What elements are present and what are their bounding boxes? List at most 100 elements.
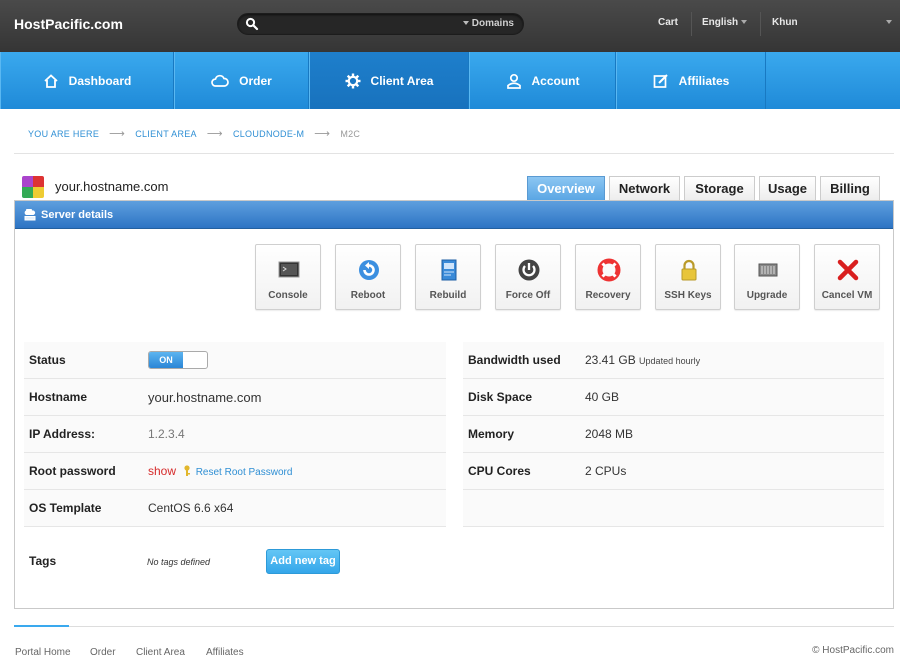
- chevron-down-icon[interactable]: [886, 20, 892, 24]
- breadcrumb-item[interactable]: CLOUDNODE-M: [233, 129, 304, 139]
- breadcrumb-item[interactable]: CLIENT AREA: [135, 129, 197, 139]
- footer-link-affiliates[interactable]: Affiliates: [206, 647, 244, 658]
- console-button[interactable]: Console: [255, 244, 321, 310]
- footer-link-order[interactable]: Order: [90, 647, 116, 658]
- gear-icon: [345, 73, 361, 88]
- cloud-icon: [211, 74, 229, 87]
- rebuild-button[interactable]: Rebuild: [415, 244, 481, 310]
- status-toggle-on: ON: [149, 352, 183, 368]
- edit-icon: [653, 73, 668, 88]
- nav-label: Order: [239, 73, 272, 88]
- cancel-icon: [837, 259, 859, 281]
- separator: [691, 12, 692, 36]
- tab-network[interactable]: Network: [609, 176, 680, 200]
- bandwidth-label: Bandwidth used: [468, 353, 561, 367]
- ip-row: IP Address: 1.2.3.4: [24, 416, 446, 453]
- root-password-actions: show Reset Root Password: [148, 464, 292, 479]
- tags-label: Tags: [29, 554, 57, 568]
- nav-client-area[interactable]: Client Area: [309, 52, 469, 109]
- root-password-label: Root password: [29, 464, 116, 478]
- reboot-icon: [359, 260, 379, 280]
- brand-logo[interactable]: HostPacific.com: [14, 16, 123, 32]
- search-icon: [245, 17, 259, 31]
- action-label: Rebuild: [429, 290, 467, 301]
- hostname-value: your.hostname.com: [148, 390, 262, 405]
- nav-dashboard[interactable]: Dashboard: [0, 52, 174, 109]
- copyright: © HostPacific.com: [812, 645, 894, 656]
- search-box: Domains: [237, 13, 524, 35]
- breadcrumb-arrow-icon: ⟶: [109, 128, 126, 140]
- nav-affiliates[interactable]: Affiliates: [616, 52, 766, 109]
- user-menu[interactable]: Khun: [772, 17, 798, 28]
- panel-title: Server details: [41, 208, 114, 221]
- divider: [14, 153, 894, 154]
- force-off-button[interactable]: Force Off: [495, 244, 561, 310]
- tab-storage[interactable]: Storage: [684, 176, 755, 200]
- disk-row: Disk Space 40 GB: [463, 379, 884, 416]
- memory-value: 2048 MB: [585, 427, 634, 441]
- recovery-button[interactable]: Recovery: [575, 244, 641, 310]
- empty-row: [463, 490, 884, 527]
- cpu-value: 2 CPUs: [585, 464, 627, 478]
- bandwidth-value-wrap: 23.41 GB Updated hourly: [585, 353, 700, 367]
- tab-usage[interactable]: Usage: [759, 176, 816, 200]
- footer-link-client-area[interactable]: Client Area: [136, 647, 185, 658]
- status-label: Status: [29, 353, 66, 367]
- action-label: Console: [268, 290, 308, 301]
- footer-accent: [14, 625, 69, 627]
- ip-label: IP Address:: [29, 427, 96, 441]
- os-template-row: OS Template CentOS 6.6 x64: [24, 490, 446, 527]
- add-tag-button[interactable]: Add new tag: [266, 549, 340, 574]
- lock-icon: [681, 259, 697, 281]
- os-template-value: CentOS 6.6 x64: [148, 501, 234, 515]
- status-toggle-wrap: ON: [148, 351, 208, 369]
- nav-label: Dashboard: [68, 73, 132, 88]
- tab-billing[interactable]: Billing: [820, 176, 880, 200]
- footer-divider: [14, 626, 894, 627]
- bandwidth-note: Updated hourly: [639, 356, 701, 366]
- action-label: Upgrade: [746, 290, 788, 301]
- breadcrumb-arrow-icon: ⟶: [314, 128, 331, 140]
- chevron-down-icon: [741, 20, 748, 25]
- breadcrumb-item: YOU ARE HERE: [28, 129, 100, 139]
- domains-label: Domains: [471, 18, 514, 29]
- cpu-row: CPU Cores 2 CPUs: [463, 453, 884, 490]
- nav-label: Account: [531, 73, 580, 88]
- language-label: English: [702, 17, 739, 28]
- root-password-row: Root password show Reset Root Password: [24, 453, 446, 490]
- reset-root-password-link[interactable]: Reset Root Password: [196, 467, 293, 478]
- domains-dropdown[interactable]: Domains: [462, 18, 514, 29]
- upgrade-button[interactable]: Upgrade: [734, 244, 800, 310]
- nav-account[interactable]: Account: [469, 52, 616, 109]
- breadcrumb-current: M2C: [340, 129, 361, 139]
- show-password-link[interactable]: show: [148, 464, 176, 478]
- nav-order[interactable]: Order: [174, 52, 309, 109]
- cart-link[interactable]: Cart: [658, 17, 678, 28]
- search-input[interactable]: [264, 16, 454, 32]
- tags-empty-text: No tags defined: [147, 557, 211, 567]
- nav-label: Affiliates: [678, 73, 730, 88]
- memory-row: Memory 2048 MB: [463, 416, 884, 453]
- status-row: Status ON: [24, 342, 446, 379]
- cancel-vm-button[interactable]: Cancel VM: [814, 244, 880, 310]
- language-dropdown[interactable]: English: [702, 17, 748, 28]
- reboot-button[interactable]: Reboot: [335, 244, 401, 310]
- power-icon: [518, 259, 540, 281]
- bandwidth-value: 23.41 GB: [585, 353, 636, 367]
- ssh-keys-button[interactable]: SSH Keys: [655, 244, 721, 310]
- action-label: SSH Keys: [664, 290, 712, 301]
- panel-header: Server details: [15, 201, 893, 229]
- memory-label: Memory: [468, 427, 515, 441]
- breadcrumb-arrow-icon: ⟶: [206, 128, 223, 140]
- server-hostname-title: your.hostname.com: [55, 179, 169, 194]
- action-label: Recovery: [585, 290, 631, 301]
- tab-overview[interactable]: Overview: [527, 176, 605, 200]
- status-toggle[interactable]: ON: [148, 351, 208, 369]
- os-template-label: OS Template: [29, 501, 102, 515]
- footer-link-portal-home[interactable]: Portal Home: [15, 647, 71, 658]
- hostname-label: Hostname: [29, 390, 88, 404]
- bandwidth-row: Bandwidth used 23.41 GB Updated hourly: [463, 342, 884, 379]
- chevron-down-icon: [462, 21, 469, 26]
- action-label: Cancel VM: [821, 290, 873, 301]
- lifebuoy-icon: [597, 258, 621, 282]
